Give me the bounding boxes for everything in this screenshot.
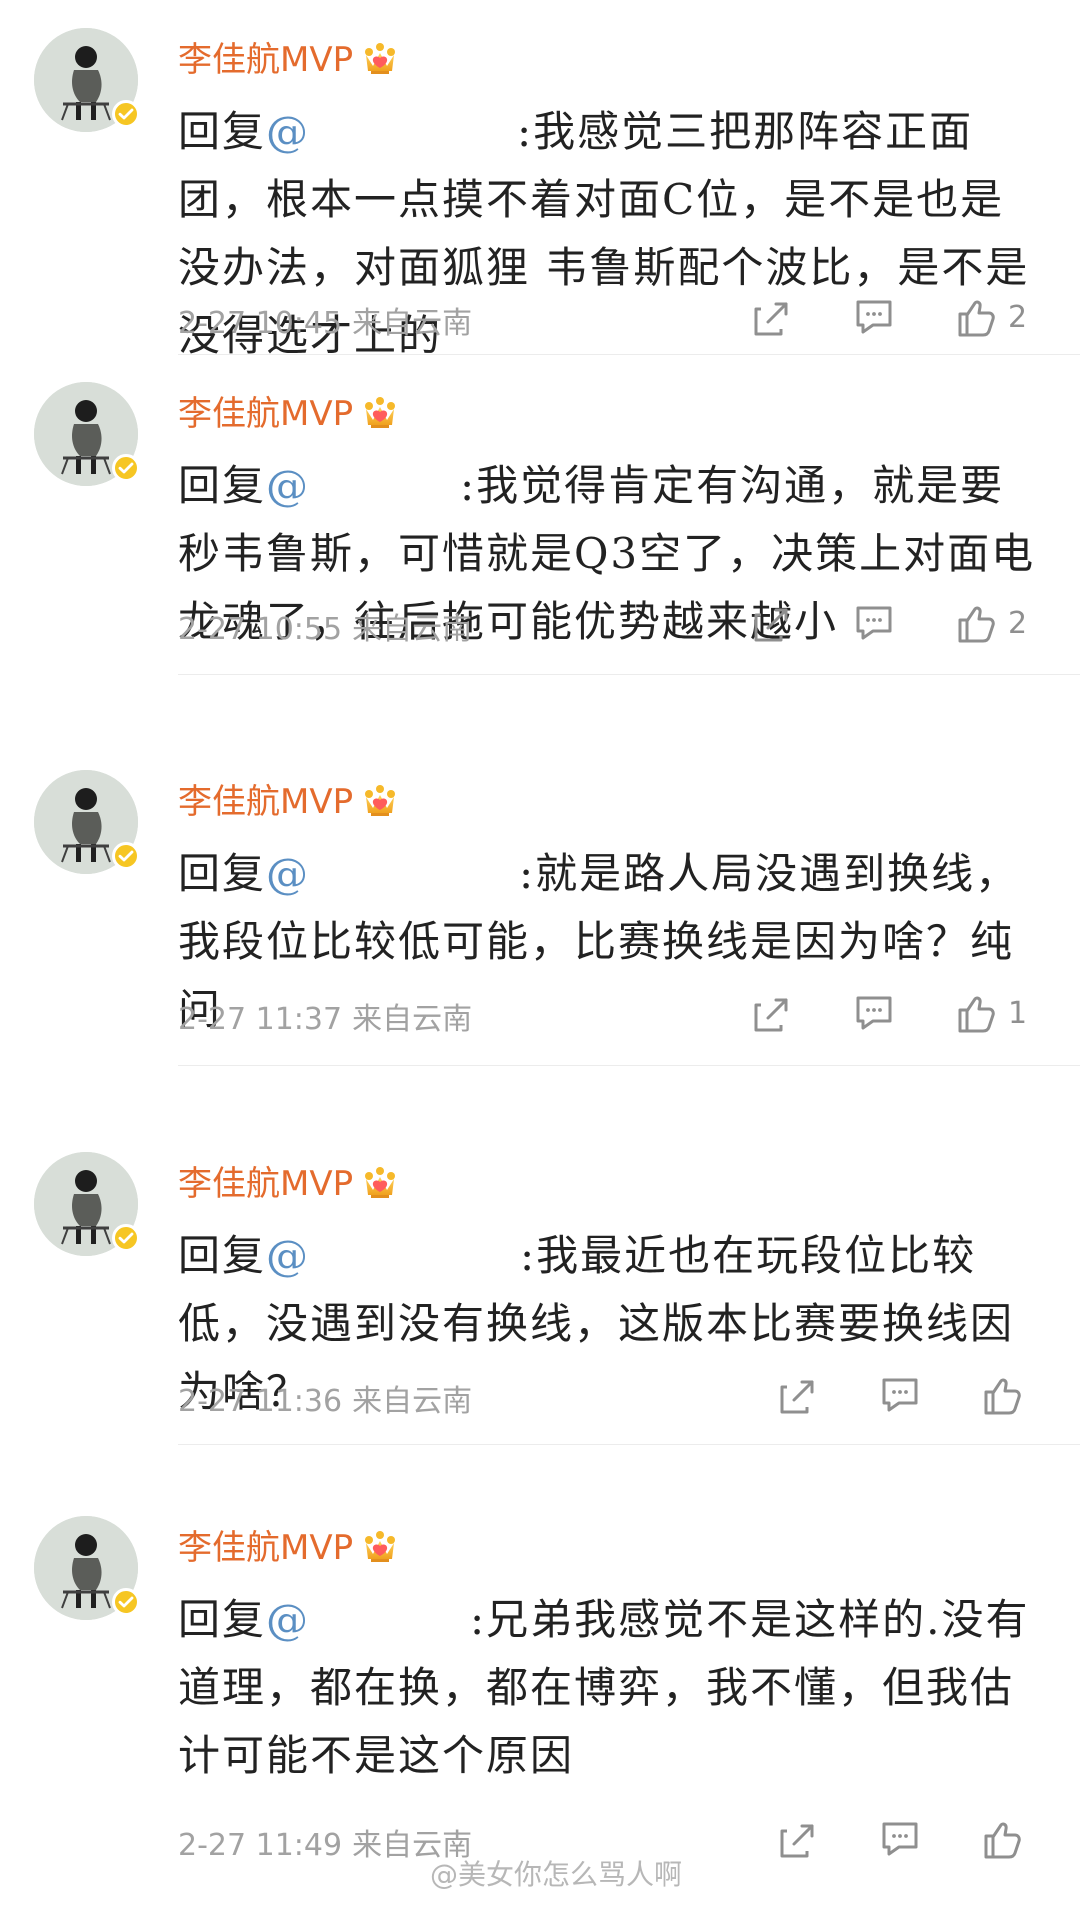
- share-icon: [780, 1824, 814, 1858]
- comment-date: 2-27 11:37: [178, 1002, 343, 1037]
- crown-icon: [361, 42, 399, 78]
- share-button[interactable]: [778, 1818, 820, 1860]
- username[interactable]: 李佳航MVP: [178, 392, 353, 436]
- comment-divider: [178, 354, 1080, 355]
- comment-actions: [770, 1818, 1080, 1874]
- username[interactable]: 李佳航MVP: [178, 1162, 353, 1206]
- comment-actions: 1: [744, 992, 1064, 1048]
- mention-link[interactable]: @: [266, 840, 310, 908]
- username-row: 李佳航MVP: [178, 392, 399, 436]
- comment-meta: 2-27 10:45 来自云南: [178, 300, 472, 348]
- comment-meta: 2-27 11:49 来自云南: [178, 1822, 472, 1870]
- username-row: 李佳航MVP: [178, 780, 399, 824]
- comment-source: 来自云南: [352, 1384, 473, 1419]
- share-button[interactable]: [778, 1374, 820, 1416]
- comment-meta: 2-27 11:36 来自云南: [178, 1378, 472, 1426]
- username-row: 李佳航MVP: [178, 1162, 399, 1206]
- like-count: 2: [1008, 606, 1028, 641]
- share-button[interactable]: [752, 296, 794, 338]
- like-button[interactable]: [980, 1818, 1034, 1862]
- comment-button[interactable]: [852, 992, 896, 1034]
- user-avatar[interactable]: [34, 382, 140, 486]
- verified-badge-icon: [112, 1588, 140, 1616]
- thumbs-up-icon: [984, 1378, 1021, 1415]
- username-row: 李佳航MVP: [178, 38, 399, 82]
- comment-divider: [178, 1444, 1080, 1445]
- crown-icon: [361, 784, 399, 820]
- comment-icon: [856, 996, 892, 1030]
- comment-meta: 2-27 11:37 来自云南: [178, 996, 472, 1044]
- share-icon: [780, 1380, 814, 1414]
- username-row: 李佳航MVP: [178, 1526, 399, 1570]
- mention-link[interactable]: @: [266, 98, 310, 166]
- comment-source: 来自云南: [352, 1002, 473, 1037]
- like-count: 1: [1008, 996, 1028, 1031]
- thumbs-up-icon: [984, 1822, 1021, 1859]
- username[interactable]: 李佳航MVP: [178, 1526, 353, 1570]
- reply-content: 回复@:兄弟我感觉不是这样的.没有道理，都在换，都在博弈，我不懂，但我估计可能不…: [178, 1586, 1038, 1790]
- mention-link[interactable]: @: [266, 1586, 310, 1654]
- reply-prefix: 回复: [178, 1595, 267, 1644]
- comment-date: 2-27 11:36: [178, 1384, 343, 1419]
- comment-date: 2-27 11:49: [178, 1828, 343, 1863]
- thumbs-up-icon: [958, 996, 995, 1033]
- comment-icon: [882, 1378, 918, 1412]
- comment-item-1: 李佳航MVP 回复@:我感觉三把那阵容正面团，根本一点摸不着对面C位，是不是也…: [0, 18, 1080, 360]
- crown-icon: [361, 1166, 399, 1202]
- like-button[interactable]: [980, 1374, 1034, 1418]
- crown-icon: [361, 1530, 399, 1566]
- verified-badge-icon: [112, 1224, 140, 1252]
- mention-link[interactable]: @: [266, 1222, 310, 1290]
- share-button[interactable]: [752, 602, 794, 644]
- comment-source: 来自云南: [352, 612, 473, 647]
- comment-divider: [178, 1065, 1080, 1066]
- thumbs-up-icon: [958, 300, 995, 337]
- verified-badge-icon: [112, 454, 140, 482]
- comment-actions: 2: [744, 602, 1064, 658]
- comment-button[interactable]: [878, 1374, 922, 1416]
- comment-button[interactable]: [852, 296, 896, 338]
- comment-date: 2-27 10:45: [178, 306, 343, 341]
- comment-source: 来自云南: [352, 306, 473, 341]
- username[interactable]: 李佳航MVP: [178, 38, 353, 82]
- comment-actions: 2: [744, 296, 1064, 352]
- user-avatar[interactable]: [34, 28, 140, 132]
- reply-prefix: 回复: [178, 107, 267, 156]
- username[interactable]: 李佳航MVP: [178, 780, 353, 824]
- comment-thread-page: 李佳航MVP 回复@:我感觉三把那阵容正面团，根本一点摸不着对面C位，是不是也…: [0, 0, 1080, 1920]
- comment-item-2: 李佳航MVP 回复@:我觉得肯定有沟通，就是要秒韦鲁斯，可惜就是Q3空了，决策…: [0, 372, 1080, 712]
- crown-icon: [361, 396, 399, 432]
- user-avatar[interactable]: [34, 1152, 140, 1256]
- watermark-text: @美女你怎么骂人啊: [430, 1858, 683, 1891]
- comment-actions: [770, 1374, 1080, 1430]
- share-button[interactable]: [752, 992, 794, 1034]
- verified-badge-icon: [112, 100, 140, 128]
- share-icon: [754, 608, 788, 642]
- comment-icon: [882, 1822, 918, 1856]
- share-icon: [754, 998, 788, 1032]
- comment-item-3: 李佳航MVP 回复@:就是路人局没遇到换线，我段位比较低可能，比赛换线是因为啥…: [0, 760, 1080, 1100]
- like-button[interactable]: 2: [954, 296, 1027, 340]
- user-avatar[interactable]: [34, 1516, 140, 1620]
- reply-prefix: 回复: [178, 461, 267, 510]
- like-button[interactable]: 1: [954, 992, 1027, 1036]
- comment-icon: [856, 300, 892, 334]
- comment-item-4: 李佳航MVP 回复@:我最近也在玩段位比较低，没遇到没有换线，这版本比赛要换线…: [0, 1142, 1080, 1458]
- reply-prefix: 回复: [178, 1231, 267, 1280]
- comment-date: 2-27 10:55: [178, 612, 343, 647]
- thumbs-up-icon: [958, 606, 995, 643]
- verified-badge-icon: [112, 842, 140, 870]
- like-count: 2: [1008, 300, 1028, 335]
- comment-button[interactable]: [878, 1818, 922, 1860]
- user-avatar[interactable]: [34, 770, 140, 874]
- mention-link[interactable]: @: [266, 452, 310, 520]
- share-icon: [754, 302, 788, 336]
- comment-divider: [178, 674, 1080, 675]
- comment-button[interactable]: [852, 602, 896, 644]
- like-button[interactable]: 2: [954, 602, 1027, 646]
- comment-icon: [856, 606, 892, 640]
- reply-prefix: 回复: [178, 849, 267, 898]
- comment-meta: 2-27 10:55 来自云南: [178, 606, 472, 654]
